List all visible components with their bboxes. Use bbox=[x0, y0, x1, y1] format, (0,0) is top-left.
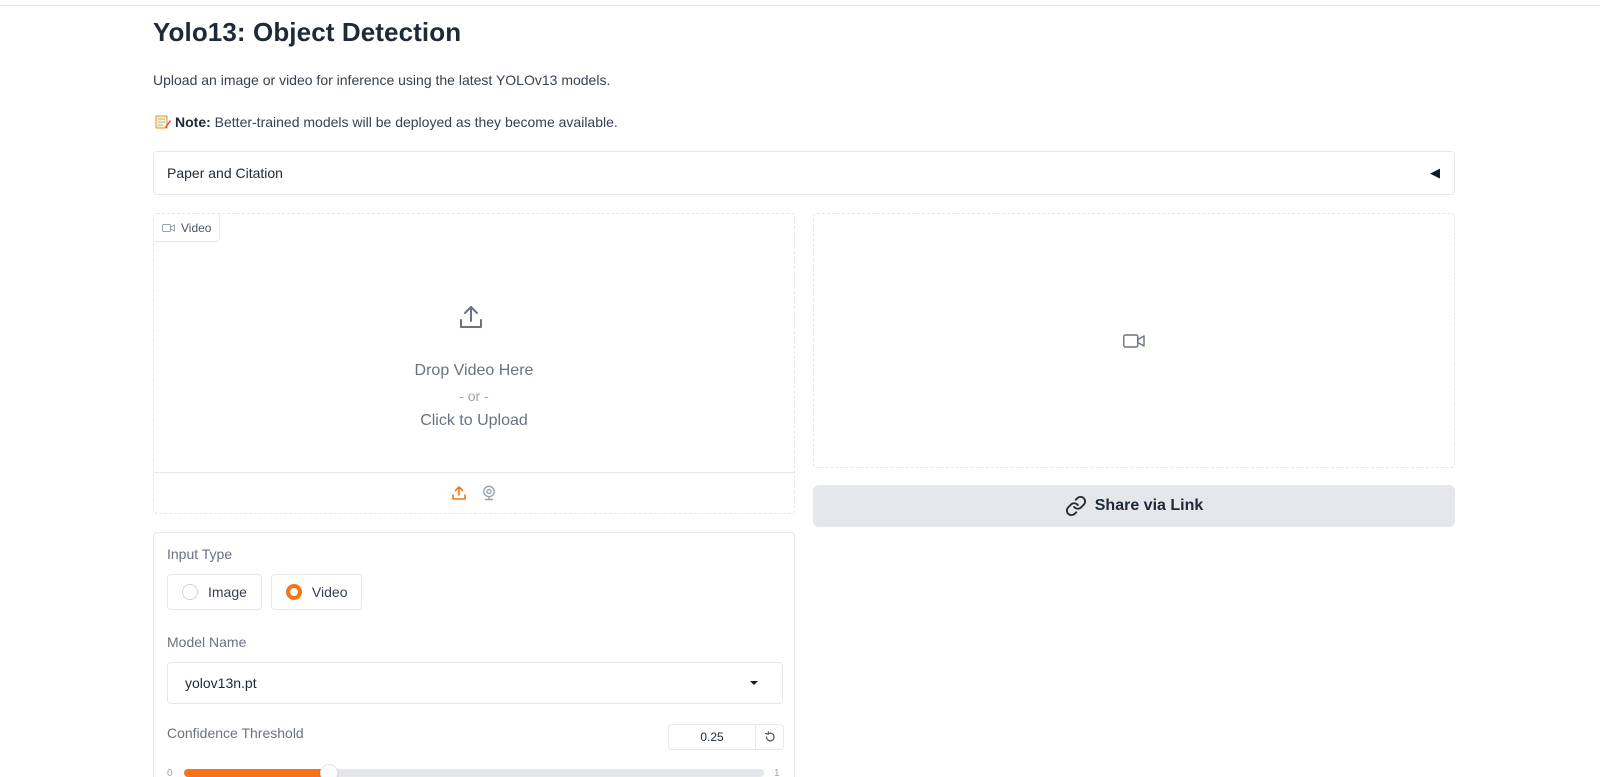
video-drop-zone[interactable]: Drop Video Here - or - Click to Upload bbox=[154, 242, 794, 472]
slider-fill bbox=[184, 769, 329, 777]
radio-image[interactable]: Image bbox=[167, 574, 262, 610]
upload-icon bbox=[452, 486, 466, 500]
click-to-upload-text: Click to Upload bbox=[420, 412, 528, 429]
upload-icon bbox=[460, 306, 482, 328]
model-name-dropdown[interactable]: yolov13n.pt bbox=[167, 662, 783, 704]
radio-video-label: Video bbox=[311, 584, 348, 600]
video-camera-icon bbox=[162, 223, 175, 232]
link-icon bbox=[1065, 495, 1086, 517]
input-type-label: Input Type bbox=[167, 546, 233, 562]
video-camera-icon bbox=[1123, 333, 1145, 348]
confidence-number-input[interactable] bbox=[669, 725, 755, 749]
or-separator: - or - bbox=[459, 388, 489, 404]
video-panel-tag: Video bbox=[154, 214, 221, 242]
share-label: Share via Link bbox=[1094, 497, 1204, 514]
confidence-number-box bbox=[668, 724, 784, 750]
model-name-label: Model Name bbox=[167, 634, 247, 650]
input-type-radio-group: Image Video bbox=[167, 574, 363, 610]
slider-min-label: 0 bbox=[167, 768, 173, 777]
slider-thumb[interactable] bbox=[320, 764, 338, 777]
note-label: Note: bbox=[175, 114, 211, 130]
radio-image-label: Image bbox=[208, 584, 247, 600]
page-title: Yolo13: Object Detection bbox=[153, 17, 462, 47]
chevron-down-icon bbox=[750, 681, 758, 685]
radio-video[interactable]: Video bbox=[270, 574, 363, 610]
drop-video-text: Drop Video Here bbox=[414, 362, 534, 379]
settings-panel: Input Type Image Video Model Name yolov1… bbox=[153, 532, 795, 777]
webcam-icon bbox=[483, 485, 495, 501]
radio-dot-selected bbox=[285, 584, 302, 600]
memo-icon bbox=[155, 115, 171, 129]
webcam-source-button[interactable] bbox=[479, 483, 499, 503]
note-line: Note: Better-trained models will be depl… bbox=[155, 114, 618, 130]
video-panel-label: Video bbox=[181, 220, 212, 235]
page-subtitle: Upload an image or video for inference u… bbox=[153, 72, 611, 88]
top-divider bbox=[0, 5, 1600, 6]
paper-citation-accordion[interactable]: Paper and Citation ◀ bbox=[153, 151, 1455, 195]
radio-dot bbox=[182, 584, 198, 600]
slider-max-label: 1 bbox=[774, 768, 780, 777]
upload-source-button[interactable] bbox=[449, 483, 469, 503]
collapse-arrow-icon: ◀ bbox=[1430, 165, 1440, 180]
note-text: Better-trained models will be deployed a… bbox=[210, 114, 618, 130]
model-name-value: yolov13n.pt bbox=[185, 675, 257, 691]
confidence-threshold-label: Confidence Threshold bbox=[167, 725, 304, 741]
share-via-link-button[interactable]: Share via Link bbox=[813, 485, 1455, 527]
accordion-label: Paper and Citation bbox=[167, 165, 283, 181]
reset-button[interactable] bbox=[755, 725, 783, 749]
video-output-panel bbox=[813, 213, 1455, 468]
video-input-panel: Video Drop Video Here - or - Click to Up… bbox=[153, 213, 795, 514]
reset-icon bbox=[764, 731, 775, 742]
source-selector-bar bbox=[154, 472, 794, 513]
confidence-slider[interactable] bbox=[184, 764, 764, 777]
